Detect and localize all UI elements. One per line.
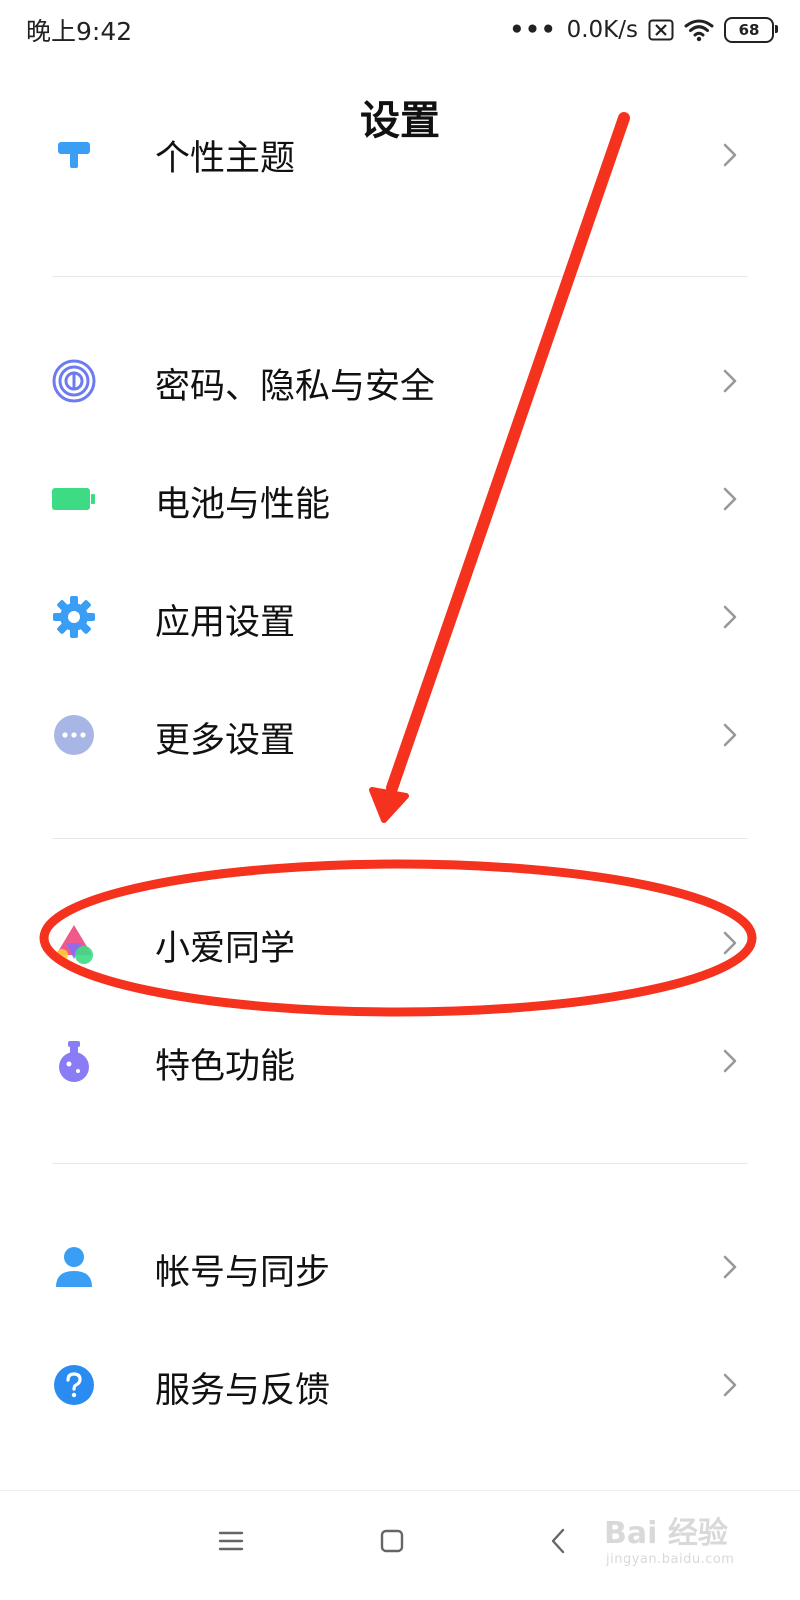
chevron-right-icon — [718, 1252, 742, 1282]
settings-item-label: 个性主题 — [155, 140, 296, 179]
section-divider — [52, 838, 748, 839]
settings-item-label: 帐号与同步 — [155, 1253, 331, 1293]
flask-icon — [52, 1039, 96, 1083]
home-square-icon[interactable] — [372, 1521, 412, 1561]
status-bar: 晚上9:42 ••• 0.0K/s 68 — [0, 0, 800, 60]
settings-item-account-sync[interactable]: 帐号与同步 — [0, 1208, 800, 1326]
theme-brush-icon — [52, 140, 96, 184]
settings-item-label: 密码、隐私与安全 — [155, 367, 436, 407]
settings-item-label: 特色功能 — [155, 1047, 296, 1087]
settings-screen: 晚上9:42 ••• 0.0K/s 68 设置 个性主题 密码、隐私与安全 电池… — [0, 0, 800, 1600]
section-divider — [52, 1163, 748, 1164]
battery-green-icon — [52, 477, 96, 521]
watermark-url: jingyan.baidu.com — [606, 1552, 735, 1567]
back-icon[interactable] — [538, 1521, 578, 1561]
settings-item-privacy-security[interactable]: 密码、隐私与安全 — [0, 322, 800, 440]
section-divider — [52, 276, 748, 277]
settings-item-app-settings[interactable]: 应用设置 — [0, 558, 800, 676]
settings-item-label: 电池与性能 — [155, 485, 331, 525]
signal-dots-icon: ••• — [509, 17, 557, 43]
chevron-right-icon — [718, 366, 742, 396]
network-speed: 0.0K/s — [566, 17, 638, 43]
more-dots-icon — [52, 713, 96, 757]
settings-item-theme[interactable]: 个性主题 — [0, 140, 800, 200]
chevron-right-icon — [718, 1370, 742, 1400]
chevron-right-icon — [718, 720, 742, 750]
wifi-icon — [684, 18, 714, 42]
status-icons: ••• 0.0K/s 68 — [509, 12, 778, 48]
user-icon — [52, 1245, 96, 1289]
settings-item-battery-performance[interactable]: 电池与性能 — [0, 440, 800, 558]
gear-icon — [52, 595, 96, 639]
chevron-right-icon — [718, 140, 742, 170]
battery-level: 68 — [724, 17, 778, 43]
settings-item-service-feedback[interactable]: 服务与反馈 — [0, 1326, 800, 1444]
settings-item-label: 小爱同学 — [155, 929, 296, 969]
chevron-right-icon — [718, 1046, 742, 1076]
watermark-main: Bai 经验 — [604, 1516, 728, 1551]
settings-item-label: 更多设置 — [155, 721, 296, 761]
menu-icon[interactable] — [211, 1521, 251, 1561]
settings-item-label: 服务与反馈 — [155, 1371, 331, 1411]
sim-card-x-icon — [648, 19, 674, 41]
settings-item-label: 应用设置 — [155, 603, 296, 643]
xiaoai-icon — [52, 921, 96, 965]
fingerprint-icon — [52, 359, 96, 403]
status-time: 晚上9:42 — [26, 17, 133, 46]
chevron-right-icon — [718, 602, 742, 632]
chevron-right-icon — [718, 484, 742, 514]
settings-item-more-settings[interactable]: 更多设置 — [0, 676, 800, 794]
baidu-jingyan-watermark: Bai 经验 jingyan.baidu.com — [604, 1506, 784, 1578]
page-title: 设置 — [360, 98, 440, 144]
battery-icon: 68 — [724, 17, 778, 43]
chevron-right-icon — [718, 928, 742, 958]
help-icon — [52, 1363, 96, 1407]
settings-item-xiaoai[interactable]: 小爱同学 — [0, 884, 800, 1002]
settings-item-special-features[interactable]: 特色功能 — [0, 1002, 800, 1120]
